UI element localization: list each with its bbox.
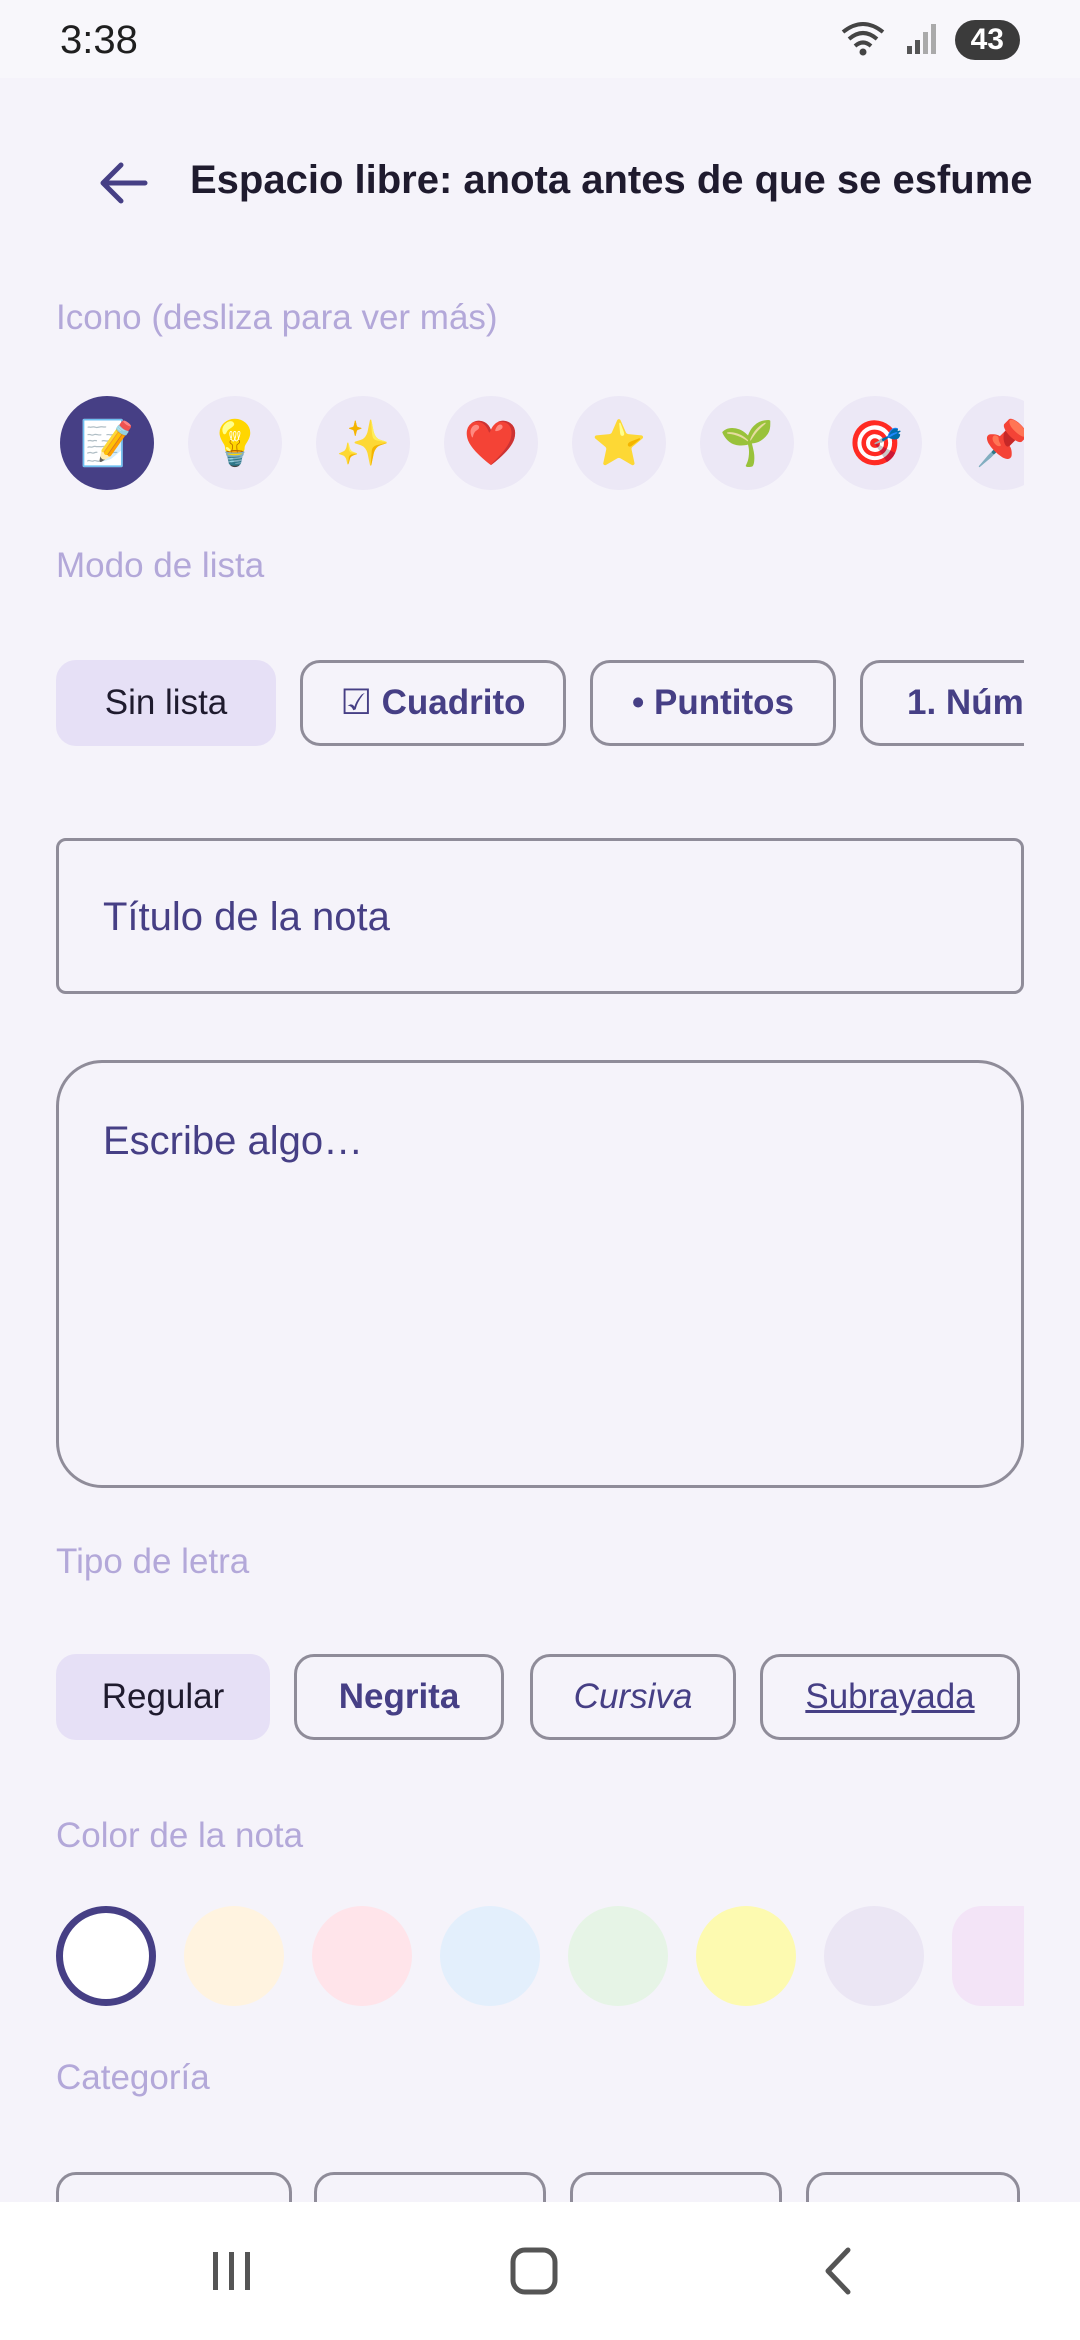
color-swatch-lavender[interactable] xyxy=(824,1906,924,2006)
icon-option-heart[interactable]: ❤️ xyxy=(444,396,538,490)
icon-picker-row[interactable]: 📝 💡 ✨ ❤️ ⭐ 🌱 🎯 📌 xyxy=(56,396,1024,492)
home-icon xyxy=(510,2247,558,2295)
category-chips xyxy=(56,2172,1024,2202)
font-bold-chip[interactable]: Negrita xyxy=(294,1654,504,1740)
heart-icon: ❤️ xyxy=(463,419,519,468)
status-bar: 3:38 43 xyxy=(0,0,1080,78)
system-nav-bar xyxy=(0,2202,1080,2340)
signal-icon xyxy=(905,20,941,61)
list-mode-none-chip[interactable]: Sin lista xyxy=(56,660,276,746)
icon-option-memo[interactable]: 📝 xyxy=(60,396,154,490)
color-swatch-violet[interactable] xyxy=(952,1906,1024,2006)
icon-option-pushpin[interactable]: 📌 xyxy=(956,396,1024,490)
note-body-input[interactable]: Escribe algo… xyxy=(56,1060,1024,1488)
font-type-chips: Regular Negrita Cursiva Subrayada xyxy=(56,1654,1024,1746)
sparkles-icon: ✨ xyxy=(335,419,391,468)
home-button[interactable] xyxy=(474,2226,594,2316)
font-regular-chip[interactable]: Regular xyxy=(56,1654,270,1740)
category-chip[interactable] xyxy=(570,2172,782,2202)
font-italic-chip[interactable]: Cursiva xyxy=(530,1654,736,1740)
wifi-icon xyxy=(839,18,891,63)
note-title-placeholder: Título de la nota xyxy=(103,895,390,939)
list-mode-checkbox-chip[interactable]: ☑ Cuadrito xyxy=(300,660,566,746)
note-color-label: Color de la nota xyxy=(56,1816,304,1855)
note-color-row xyxy=(56,1906,1024,2010)
category-chip[interactable] xyxy=(56,2172,292,2202)
battery-icon: 43 xyxy=(954,20,1020,60)
color-swatch-orange[interactable] xyxy=(184,1906,284,2006)
icon-option-target[interactable]: 🎯 xyxy=(828,396,922,490)
list-mode-numbered-chip[interactable]: 1. Núm xyxy=(860,660,1024,746)
note-title-input[interactable]: Título de la nota xyxy=(56,838,1024,994)
chevron-left-icon xyxy=(825,2247,851,2295)
icon-option-seedling[interactable]: 🌱 xyxy=(700,396,794,490)
pushpin-icon: 📌 xyxy=(975,419,1024,468)
system-back-button[interactable] xyxy=(778,2226,898,2316)
category-label: Categoría xyxy=(56,2058,210,2097)
back-button[interactable] xyxy=(88,148,158,218)
list-mode-label: Modo de lista xyxy=(56,546,265,585)
color-swatch-white[interactable] xyxy=(56,1906,156,2006)
font-type-label: Tipo de letra xyxy=(56,1542,250,1581)
target-icon: 🎯 xyxy=(847,419,903,468)
status-icons: 43 xyxy=(839,20,1020,60)
color-swatch-blue[interactable] xyxy=(440,1906,540,2006)
page-title: Espacio libre: anota antes de que se esf… xyxy=(190,158,1033,202)
memo-icon: 📝 xyxy=(79,419,135,468)
recents-button[interactable] xyxy=(172,2226,292,2316)
icon-option-star[interactable]: ⭐ xyxy=(572,396,666,490)
star-icon: ⭐ xyxy=(591,419,647,468)
list-mode-bullets-chip[interactable]: • Puntitos xyxy=(590,660,836,746)
color-swatch-green[interactable] xyxy=(568,1906,668,2006)
note-body-placeholder: Escribe algo… xyxy=(103,1119,364,1163)
font-underline-chip[interactable]: Subrayada xyxy=(760,1654,1020,1740)
icon-option-lightbulb[interactable]: 💡 xyxy=(188,396,282,490)
icon-option-sparkles[interactable]: ✨ xyxy=(316,396,410,490)
color-swatch-yellow[interactable] xyxy=(696,1906,796,2006)
arrow-left-icon xyxy=(100,162,148,204)
status-time: 3:38 xyxy=(60,18,138,62)
lightbulb-icon: 💡 xyxy=(207,419,263,468)
category-chip[interactable] xyxy=(314,2172,546,2202)
color-swatch-pink[interactable] xyxy=(312,1906,412,2006)
category-chip[interactable] xyxy=(806,2172,1020,2202)
icon-section-label: Icono (desliza para ver más) xyxy=(56,298,498,337)
list-mode-chips: Sin lista ☑ Cuadrito • Puntitos 1. Núm xyxy=(56,660,1024,752)
seedling-icon: 🌱 xyxy=(719,419,775,468)
recents-icon xyxy=(213,2252,250,2290)
